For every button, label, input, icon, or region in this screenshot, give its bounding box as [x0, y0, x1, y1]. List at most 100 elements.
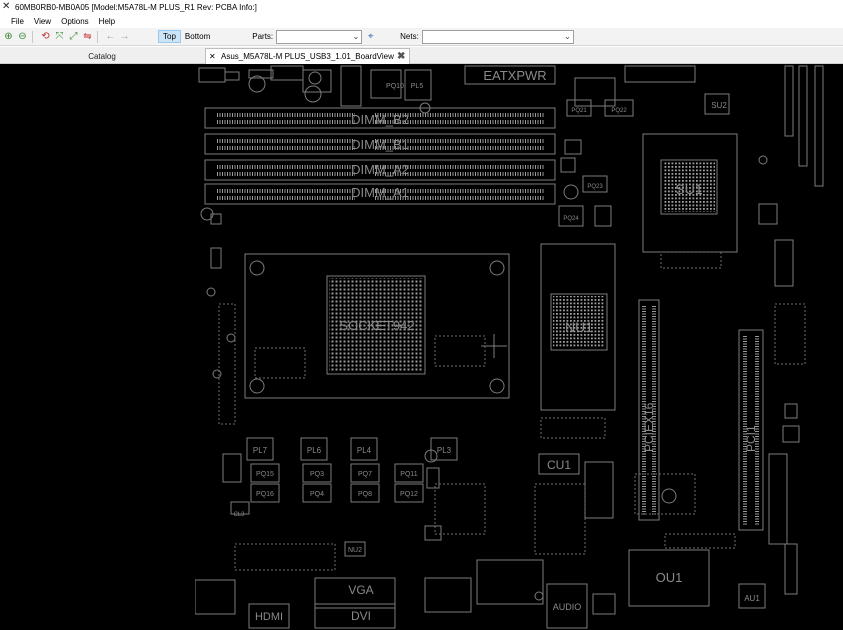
smd-cluster — [664, 533, 736, 549]
capacitor-outline — [308, 71, 322, 85]
small-label: PQ10 — [386, 83, 404, 90]
pcb-layout[interactable]: EATXPWR DIMM_B2 DIMM_B1 DIMM_A2 DIMM_A1 … — [195, 64, 843, 630]
menu-view[interactable]: View — [29, 17, 56, 26]
small-label: PQ12 — [400, 491, 418, 498]
component-outline — [592, 593, 616, 615]
nets-combobox[interactable]: ⌄ — [421, 29, 574, 44]
component-outline — [222, 453, 242, 483]
component-outline — [424, 525, 442, 541]
mirror-icon[interactable]: ⇋ — [82, 31, 93, 42]
small-label: PQ11 — [400, 471, 417, 478]
nets-label: Nets: — [400, 32, 419, 41]
rotate-icon[interactable]: ⟲ — [40, 31, 51, 42]
smd-cluster — [434, 335, 486, 367]
menu-options[interactable]: Options — [56, 17, 94, 26]
small-label: PQ24 — [563, 216, 579, 222]
close-tab-icon[interactable]: ✖ — [397, 51, 409, 62]
menu-file[interactable]: File — [6, 17, 29, 26]
dimm-b1-label: DIMM_B1 — [351, 137, 409, 152]
capacitor-outline — [304, 85, 322, 103]
toolbar-separator — [32, 30, 33, 43]
nu2-label: NU2 — [348, 547, 362, 554]
small-label: PL4 — [357, 446, 372, 455]
dimm-b2-label: DIMM_B2 — [351, 112, 409, 127]
parts-label: Parts: — [252, 32, 274, 41]
bottom-side-toggle[interactable]: Bottom — [181, 30, 214, 43]
dvi-label: DVI — [351, 609, 371, 623]
component-outline — [426, 467, 440, 489]
component-outline — [574, 77, 616, 107]
component-outline — [774, 239, 794, 287]
chevron-down-icon: ⌄ — [352, 32, 360, 41]
component-outline — [784, 403, 798, 419]
back-arrow-icon[interactable]: ← — [105, 31, 116, 42]
zoom-in-icon[interactable]: ⊕ — [3, 31, 14, 42]
pciex16-label: PCIEX16 — [642, 402, 656, 452]
nu1-label: NU1 — [565, 319, 593, 335]
document-tab-label: Asus_M5A78L-M PLUS_USB3_1.01_BoardView — [221, 52, 394, 61]
app-icon: ✕ — [2, 1, 11, 12]
smd-cluster — [540, 417, 606, 439]
fit-board-icon[interactable]: ⤧ — [54, 31, 65, 42]
catalog-tab[interactable]: Catalog — [2, 50, 202, 64]
component-outline — [768, 453, 788, 545]
mounting-hole — [489, 378, 505, 394]
component-outline — [594, 205, 612, 227]
small-label: PL3 — [437, 446, 452, 455]
capacitor-outline — [563, 184, 579, 200]
vga-label: VGA — [348, 583, 373, 597]
small-label: PQ21 — [571, 108, 587, 114]
catalog-panel[interactable] — [0, 64, 195, 630]
zoom-region-icon[interactable]: ⤢ — [68, 31, 79, 42]
smd-cluster — [660, 251, 722, 269]
component-outline — [624, 65, 696, 83]
small-label: PQ4 — [310, 491, 324, 498]
ou1-label: OU1 — [656, 570, 683, 585]
via-outline — [758, 155, 768, 165]
smd-cluster — [254, 347, 306, 379]
small-label: PQ15 — [256, 471, 274, 478]
dimm-a2-label: DIMM_A2 — [351, 162, 409, 177]
small-label: PL6 — [307, 446, 322, 455]
component-outline — [758, 203, 778, 225]
su2-label: SU2 — [711, 101, 727, 110]
smd-cluster — [234, 543, 336, 571]
usb-lan-stack — [476, 559, 544, 605]
small-label: PQ8 — [358, 491, 372, 498]
au1-label: AU1 — [744, 594, 760, 603]
small-label: PQ22 — [611, 108, 627, 114]
smd-cluster — [434, 483, 486, 535]
pci1-label: PCI1 — [744, 425, 758, 452]
search-part-icon[interactable]: ⌖ — [365, 31, 376, 42]
component-outline — [224, 71, 240, 81]
small-label: CL3 — [233, 512, 245, 518]
capacitor-outline — [661, 488, 677, 504]
component-outline — [424, 577, 472, 613]
chevron-down-icon: ⌄ — [564, 32, 571, 41]
component-outline — [560, 157, 576, 173]
small-label: PL5 — [411, 83, 424, 90]
small-label: PQ23 — [587, 184, 603, 190]
zoom-out-icon[interactable]: ⊖ — [17, 31, 28, 42]
pin-icon[interactable]: ✕ — [209, 52, 219, 61]
small-label: PQ3 — [310, 471, 324, 478]
parts-combobox[interactable]: ⌄ — [276, 29, 363, 44]
title-bar: ✕ 60MB0RB0-MB0A05 [Model:M5A78L-M PLUS_R… — [0, 0, 843, 14]
forward-arrow-icon[interactable]: → — [119, 31, 130, 42]
boardview-document-tab[interactable]: ✕ Asus_M5A78L-M PLUS_USB3_1.01_BoardView… — [205, 48, 410, 64]
board-canvas[interactable]: EATXPWR DIMM_B2 DIMM_B1 DIMM_A2 DIMM_A1 … — [195, 64, 843, 630]
component-outline — [798, 65, 808, 167]
mounting-hole — [489, 260, 505, 276]
eatxpwr-label: EATXPWR — [483, 68, 546, 83]
toolbar-separator — [97, 30, 98, 43]
smd-cluster — [534, 483, 586, 555]
smd-cluster — [774, 303, 806, 365]
smd-cluster — [218, 303, 236, 425]
component-outline — [784, 65, 794, 137]
su1-label: SU1 — [675, 181, 702, 197]
menu-bar: File View Options Help — [0, 14, 843, 28]
menu-help[interactable]: Help — [94, 17, 120, 26]
top-side-toggle[interactable]: Top — [158, 30, 181, 43]
mounting-hole — [249, 378, 265, 394]
via-outline — [206, 287, 216, 297]
